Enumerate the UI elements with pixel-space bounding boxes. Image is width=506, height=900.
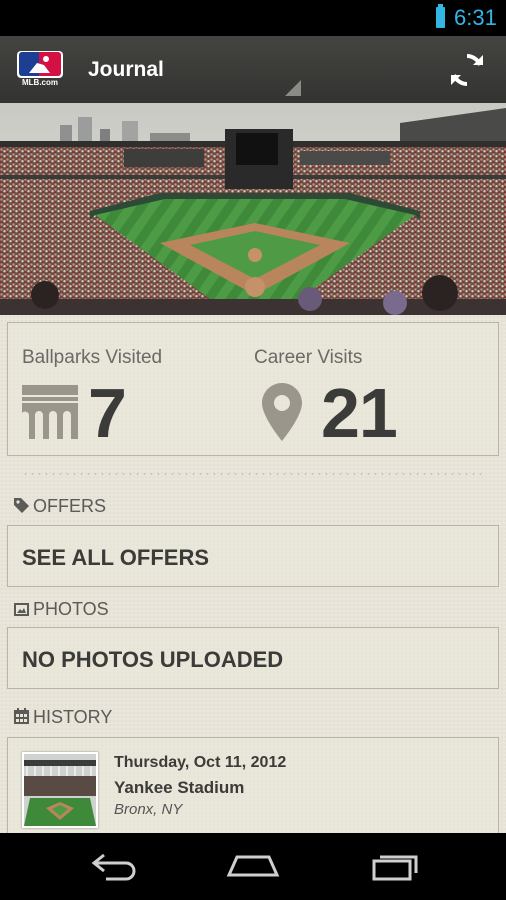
see-all-offers-label: SEE ALL OFFERS (22, 545, 210, 570)
history-list-item[interactable]: Thursday, Oct 11, 2012 Yankee Stadium Br… (7, 737, 499, 833)
mlb-logo[interactable]: MLB.com (17, 51, 63, 86)
tag-icon (14, 498, 29, 513)
career-visits-label: Career Visits (254, 347, 363, 368)
history-section-header: HISTORY (14, 706, 112, 728)
status-clock: 6:31 (454, 5, 497, 30)
location-pin-icon (262, 383, 302, 441)
history-city: Bronx, NY (114, 801, 183, 818)
ballparks-visited-value: 7 (88, 374, 127, 452)
stats-card: Ballparks Visited Career Visits 7 21 (7, 322, 499, 456)
stadium-icon (22, 385, 78, 439)
offers-header-label: OFFERS (33, 496, 107, 516)
status-bar: 6:31 (0, 0, 506, 36)
dotted-divider (22, 473, 484, 475)
spinner-dropdown-icon[interactable] (285, 80, 301, 96)
no-photos-label: NO PHOTOS UPLOADED (22, 647, 284, 672)
offers-section-header: OFFERS (14, 495, 106, 517)
calendar-icon (14, 708, 29, 724)
refresh-icon[interactable] (448, 51, 486, 89)
history-stadium: Yankee Stadium (114, 778, 245, 797)
history-header-label: HISTORY (33, 707, 113, 727)
system-nav-bar (0, 833, 506, 900)
journal-content[interactable]: Ballparks Visited Career Visits 7 21 OFF… (0, 315, 506, 833)
ballpark-hero-image (0, 103, 506, 315)
svg-text:MLB.com: MLB.com (22, 78, 58, 86)
photos-header-label: PHOTOS (33, 599, 109, 619)
image-icon (14, 603, 29, 616)
action-bar: MLB.com Journal (0, 36, 506, 103)
stadium-thumbnail (22, 752, 98, 828)
see-all-offers-button[interactable]: SEE ALL OFFERS (7, 525, 499, 587)
career-visits-value: 21 (321, 374, 398, 452)
photos-section-header: PHOTOS (14, 598, 109, 620)
battery-icon (436, 4, 445, 28)
home-icon[interactable] (223, 845, 283, 885)
history-date: Thursday, Oct 11, 2012 (114, 754, 287, 771)
screen-title[interactable]: Journal (88, 57, 164, 83)
photos-card[interactable]: NO PHOTOS UPLOADED (7, 627, 499, 689)
back-icon[interactable] (82, 845, 142, 885)
recent-apps-icon[interactable] (364, 845, 424, 885)
ballparks-visited-label: Ballparks Visited (22, 347, 163, 368)
